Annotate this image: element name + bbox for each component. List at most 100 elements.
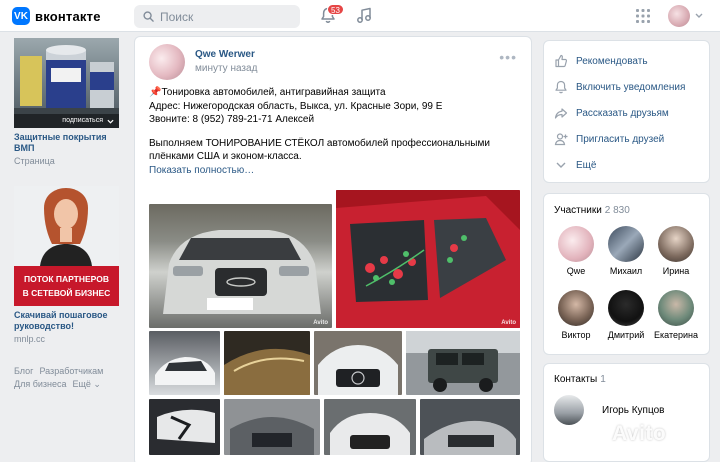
post-line-title: 📌Тонировка автомобилей, антигравийная за… [149,87,386,98]
ad-block-business[interactable]: ПОТОК ПАРТНЕРОВ В СЕТЕВОЙ БИЗНЕС Скачива… [14,186,119,344]
contact-avatar [554,395,584,425]
action-invite[interactable]: Пригласить друзей [544,126,709,152]
action-label: Рассказать друзьям [576,107,669,119]
post-line-address: Адрес: Нижегородская область, Выкса, ул.… [149,100,443,112]
members-card: Участники 2 830 Qwe Михаил Ирина Виктор Д… [543,193,710,355]
avito-watermark: Avito [612,422,667,445]
post-photo[interactable] [324,399,416,455]
member-name: Екатерина [654,330,698,340]
share-icon [554,108,568,119]
post-photo[interactable] [224,399,320,455]
vk-logo-icon: VK [12,7,30,25]
members-header[interactable]: Участники 2 830 [554,205,630,216]
member-name: Дмитрий [607,330,645,340]
ad-block-paint[interactable]: подписаться Защитные покрытия ВМП Страни… [14,38,119,166]
subscribe-overlay[interactable]: подписаться [14,114,119,128]
action-label: Пригласить друзей [576,133,665,145]
member-name: Qwe [566,266,586,276]
member-name: Ирина [662,266,690,276]
bell-icon [555,80,567,94]
notifications-count-badge: 53 [327,4,344,15]
action-recommend[interactable]: Рекомендовать [544,48,709,74]
action-share[interactable]: Рассказать друзьям [544,100,709,126]
member-avatar [558,290,594,326]
member-name: Виктор [561,330,591,340]
action-more[interactable]: Ещё [544,152,709,178]
member-item[interactable]: Екатерина [652,290,700,340]
post-paragraph: Выполняем ТОНИРОВАНИЕ СТЁКОЛ автомобилей… [149,137,490,163]
member-avatar [658,290,694,326]
post-photo[interactable] [224,331,310,395]
ad-title[interactable]: Защитные покрытия ВМП [14,132,119,154]
more-options-icon[interactable]: ••• [499,49,517,65]
show-more-link[interactable]: Показать полностью… [149,164,524,178]
member-avatar [608,290,644,326]
member-avatar [558,226,594,262]
action-label: Включить уведомления [576,81,686,93]
logo-text: вконтакте [35,8,101,24]
contacts-card: Контакты 1 Игорь Купцов [543,363,710,462]
member-item[interactable]: Михаил [602,226,650,276]
post-author-avatar[interactable] [149,44,185,80]
contacts-header[interactable]: Контакты 1 [554,374,606,385]
member-avatar [608,226,644,262]
post-photo[interactable] [406,331,520,395]
ad-subtitle: mnlp.cc [14,334,46,344]
post-photo[interactable]: Avito [149,204,332,328]
search-box[interactable] [134,5,300,28]
action-label: Рекомендовать [576,55,648,67]
add-user-icon [554,133,568,146]
post-photo[interactable] [314,331,402,395]
photo-watermark: Avito [501,320,516,326]
post-time[interactable]: минуту назад [195,63,257,74]
link-developers[interactable]: Разработчикам [39,366,103,376]
ad-subtitle: Страница [14,156,55,166]
member-item[interactable]: Qwe [552,226,600,276]
thumb-up-icon [555,54,568,68]
wall-post: Qwe Werwer минуту назад ••• 📌Тонировка а… [134,36,532,462]
action-notifications[interactable]: Включить уведомления [544,74,709,100]
member-name: Михаил [609,266,643,276]
search-icon [143,11,154,22]
link-more[interactable]: Ещё ⌄ [73,379,101,389]
ad-banner-line1: ПОТОК ПАРТНЕРОВ [24,274,109,284]
member-item[interactable]: Дмитрий [602,290,650,340]
post-author-name[interactable]: Qwe Werwer [195,49,255,60]
contacts-count: 1 [600,374,606,385]
member-avatar [658,226,694,262]
photo-watermark: Avito [313,320,328,326]
ad-image[interactable]: подписаться [14,38,119,128]
members-title: Участники [554,205,602,216]
chevron-down-icon[interactable] [695,13,703,18]
apps-grid-icon[interactable] [636,9,650,23]
ad-title[interactable]: Скачивай пошаговое руководство! [14,310,119,332]
red-car-roses-photo [336,190,520,328]
top-header: VK вконтакте 53 [0,0,720,32]
music-icon[interactable] [356,7,372,24]
members-count: 2 830 [604,205,630,216]
vk-logo[interactable]: VK вконтакте [12,7,101,25]
action-label: Ещё [576,159,597,171]
chevron-down-icon [107,119,114,124]
contacts-title: Контакты [554,374,598,385]
search-input[interactable] [160,9,290,24]
chevron-down-icon [556,162,566,168]
post-photo[interactable]: Avito [336,190,520,328]
link-business[interactable]: Для бизнеса [14,379,67,389]
ad-image[interactable]: ПОТОК ПАРТНЕРОВ В СЕТЕВОЙ БИЗНЕС [14,186,119,306]
post-photo[interactable] [420,399,520,455]
contact-item[interactable]: Игорь Купцов [554,395,664,425]
member-item[interactable]: Ирина [652,226,700,276]
silver-audi-photo [163,230,321,314]
user-avatar[interactable] [668,5,690,27]
member-item[interactable]: Виктор [552,290,600,340]
ad-banner-line2: В СЕТЕВОЙ БИЗНЕС [22,288,111,298]
group-actions-card: Рекомендовать Включить уведомления Расск… [543,40,710,183]
link-blog[interactable]: Блог [14,366,33,376]
woman-photo [14,186,119,266]
post-line-phone: Звоните: 8 (952) 789-21-71 Алексей [149,114,315,125]
post-photo[interactable] [149,399,220,455]
post-text: 📌Тонировка автомобилей, антигравийная за… [149,86,524,177]
contact-name: Игорь Купцов [602,404,665,416]
post-photo[interactable] [149,331,220,395]
